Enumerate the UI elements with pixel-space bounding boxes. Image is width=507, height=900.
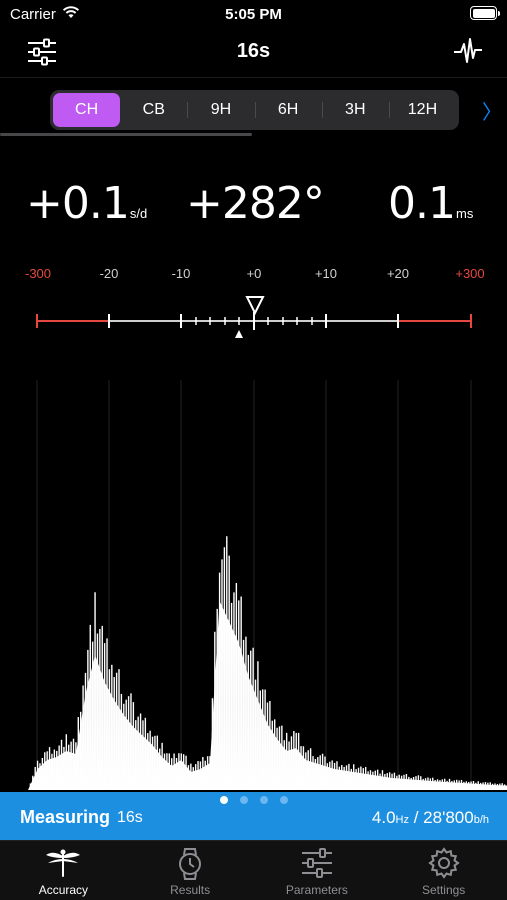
beat-error-unit: ms [455, 206, 474, 221]
measuring-bar: Measuring 16s 4.0Hz / 28'800b/h [0, 792, 507, 840]
tab-settings[interactable]: Settings [380, 841, 507, 900]
tab-label: Accuracy [38, 883, 89, 897]
chevron-right-icon[interactable]: 〉 [482, 96, 502, 125]
timegrapher-chart [28, 380, 507, 790]
page-title: 16s [236, 40, 271, 62]
waveform-icon[interactable] [453, 36, 483, 68]
bph-unit: b/h [473, 814, 489, 826]
scale-label-min: -300 [24, 266, 52, 281]
position-segmented-control: CH CB 9H 6H 3H 12H [50, 90, 459, 130]
tab-results[interactable]: Results [127, 841, 254, 900]
frequency-unit: Hz [395, 814, 409, 826]
page-dot[interactable] [279, 796, 288, 804]
frequency-value: 4.0 [371, 808, 396, 827]
beat-error-value: 0.1 [388, 178, 456, 229]
segment-3h[interactable]: 3H [321, 93, 389, 127]
battery-icon [470, 6, 500, 20]
rate-unit: s/d [129, 206, 148, 221]
sliders-icon [301, 848, 332, 878]
page-dot[interactable] [219, 796, 228, 804]
page-dot[interactable] [259, 796, 268, 804]
scale-label-minus20: -20 [99, 266, 119, 281]
gear-icon [427, 847, 460, 879]
tab-label: Parameters [285, 883, 348, 897]
page-dot[interactable] [239, 796, 248, 804]
segment-ch[interactable]: CH [53, 93, 121, 127]
page-indicator[interactable] [0, 796, 507, 804]
tab-accuracy[interactable]: Accuracy [0, 841, 127, 900]
clock: 5:05 PM [225, 6, 282, 23]
beat-error-readout: 0.1ms [388, 178, 473, 229]
rate-readout: +0.1s/d [26, 178, 147, 229]
scale-label-plus20: +20 [386, 266, 410, 281]
segment-6h[interactable]: 6H [254, 93, 322, 127]
tab-bar: Accuracy Results Parameters Settings [0, 840, 507, 900]
nav-bar: 16s [0, 28, 507, 78]
segment-9h[interactable]: 9H [187, 93, 254, 127]
status-bar: Carrier 5:05 PM [0, 0, 507, 28]
rate-value: +0.1 [26, 178, 130, 229]
scale-label-max: +300 [455, 266, 485, 281]
scroll-indicator[interactable] [0, 133, 252, 136]
tab-parameters[interactable]: Parameters [254, 841, 381, 900]
segment-cb[interactable]: CB [120, 93, 187, 127]
scale-label-plus10: +10 [314, 266, 338, 281]
amplitude-value: +282° [186, 178, 325, 229]
amplitude-readout: +282° [186, 178, 325, 229]
frequency-separator: / [409, 808, 424, 827]
tab-label: Results [170, 883, 211, 897]
measuring-label: Measuring [20, 807, 111, 827]
segment-12h[interactable]: 12H [388, 93, 456, 127]
dragonfly-icon [46, 849, 81, 877]
scale-label-zero: +0 [246, 266, 262, 281]
measuring-time: 16s [117, 809, 143, 826]
tab-label: Settings [421, 883, 466, 897]
watch-icon [179, 848, 202, 880]
bph-value: 28'800 [423, 808, 474, 827]
scale-label-minus10: -10 [171, 266, 191, 281]
frequency-readout: 4.0Hz / 28'800b/h [372, 808, 489, 828]
